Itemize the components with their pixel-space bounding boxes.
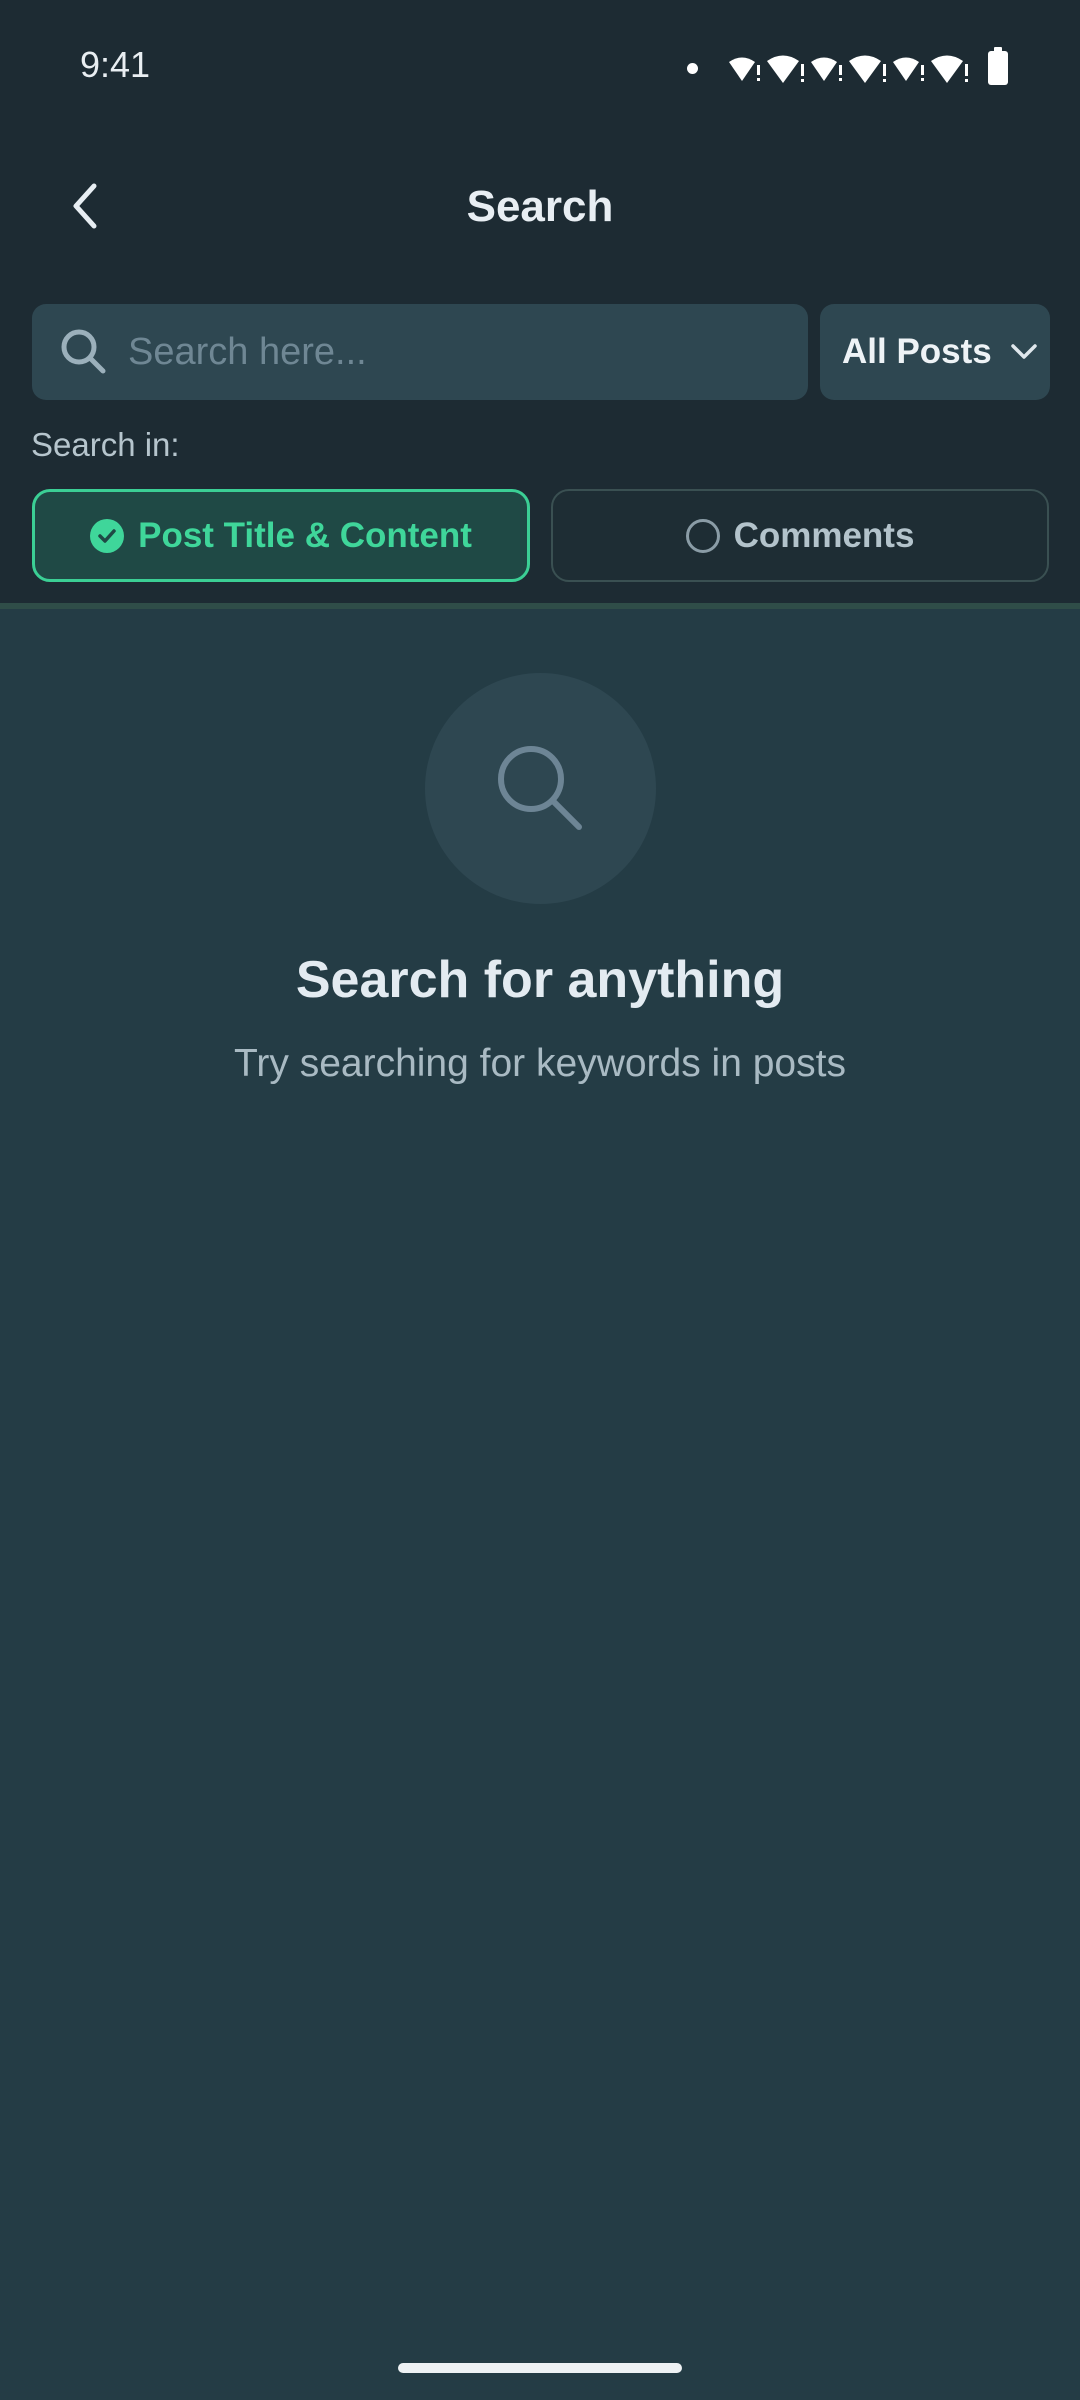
empty-state-illustration xyxy=(425,673,656,904)
search-icon xyxy=(497,745,582,830)
wifi-icon xyxy=(893,57,924,81)
battery-icon xyxy=(988,47,1008,85)
header-divider xyxy=(0,603,1080,609)
post-filter-dropdown[interactable]: All Posts xyxy=(820,304,1050,400)
notification-dot-icon xyxy=(687,62,698,74)
chevron-down-icon xyxy=(1010,343,1038,361)
empty-state-title: Search for anything xyxy=(295,951,785,1009)
search-box[interactable] xyxy=(32,304,808,400)
search-icon xyxy=(56,324,112,380)
scope-option-comments[interactable]: Comments xyxy=(551,489,1049,582)
radio-empty-icon xyxy=(685,518,720,553)
scope-option-post-title-content[interactable]: Post Title & Content xyxy=(32,489,530,582)
search-in-label: Search in: xyxy=(31,426,180,463)
wifi-icon xyxy=(729,57,760,81)
search-input[interactable] xyxy=(126,329,788,375)
wifi-icon xyxy=(811,57,842,81)
status-time: 9:41 xyxy=(80,44,151,85)
wifi-icon xyxy=(931,55,968,83)
home-indicator[interactable] xyxy=(398,2363,682,2373)
filter-selected-label: All Posts xyxy=(842,332,992,371)
scope-option-label: Post Title & Content xyxy=(138,515,472,555)
wifi-icon xyxy=(849,55,886,83)
status-bar: 9:41 xyxy=(0,0,1080,130)
empty-state-subtitle: Try searching for keywords in posts xyxy=(234,1042,846,1085)
wifi-icon xyxy=(767,55,804,83)
status-icons xyxy=(687,47,1008,88)
scope-option-label: Comments xyxy=(733,515,915,555)
page-title: Search xyxy=(466,182,614,231)
check-circle-icon xyxy=(90,518,125,553)
